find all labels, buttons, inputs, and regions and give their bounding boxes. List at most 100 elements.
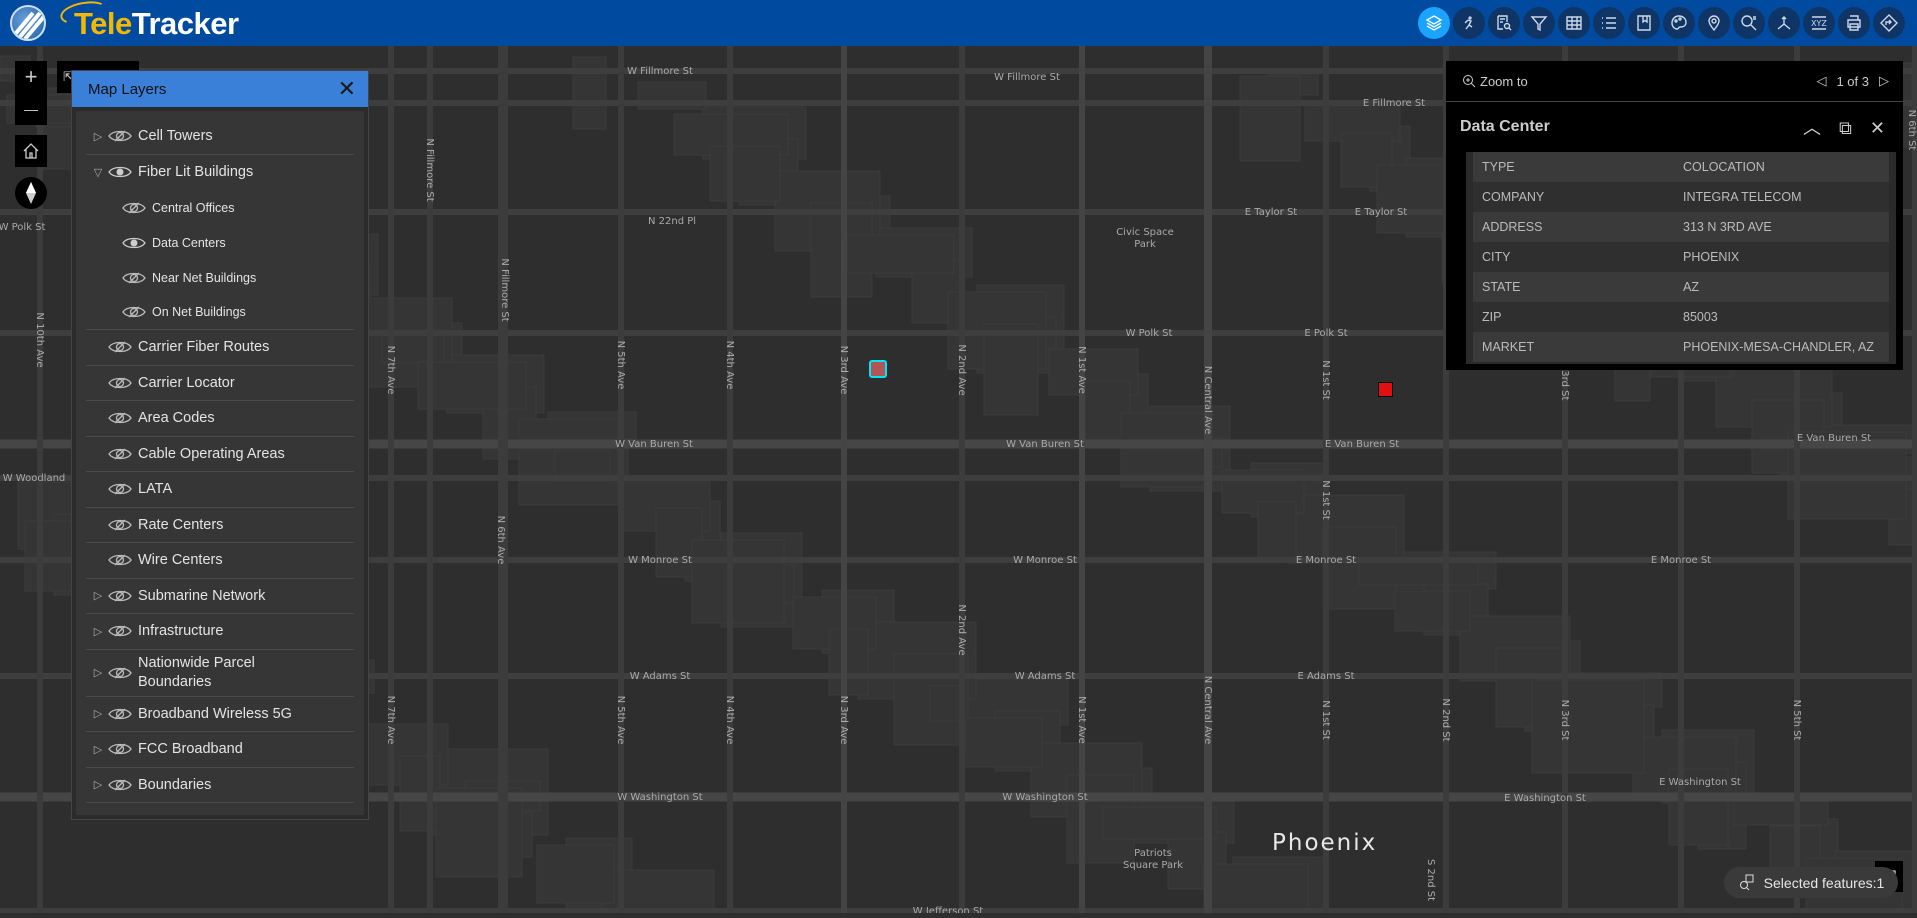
caret-right-icon[interactable]: ▷	[90, 666, 106, 679]
axis-button[interactable]	[1768, 7, 1800, 39]
building-footprint	[417, 361, 527, 410]
bookmark-icon	[1637, 15, 1651, 31]
selected-data-center-marker[interactable]	[869, 360, 887, 378]
search-document-button[interactable]	[1488, 7, 1520, 39]
close-icon[interactable]: ✕	[1870, 118, 1885, 138]
print-icon	[1847, 15, 1861, 31]
zoom-out-button[interactable]: —	[15, 93, 47, 125]
print-button[interactable]	[1838, 7, 1870, 39]
caret-right-icon[interactable]: ▷	[90, 589, 106, 602]
layer-item[interactable]: ▷ Infrastructure	[86, 614, 354, 650]
street-label: E Washington St	[1659, 777, 1741, 788]
street-label: N 6th Ave	[495, 516, 506, 565]
layer-label: Broadband Wireless 5G	[138, 705, 292, 722]
caret-right-icon[interactable]: ▷	[90, 130, 106, 143]
dock-icon[interactable]: ⧉	[1839, 118, 1852, 138]
close-icon[interactable]: ✕	[338, 78, 356, 100]
eye-off-icon[interactable]	[108, 589, 132, 603]
eye-off-icon[interactable]	[108, 553, 132, 567]
eye-off-icon[interactable]	[108, 707, 132, 721]
sublayer-item[interactable]: Central Offices	[86, 190, 354, 225]
selected-features-button[interactable]: Selected features:1	[1724, 867, 1898, 898]
home-button[interactable]	[15, 135, 47, 167]
caret-right-icon[interactable]: ▷	[90, 743, 106, 756]
eye-icon[interactable]	[108, 165, 132, 179]
attribute-name: MARKET	[1482, 340, 1535, 354]
layers-button[interactable]	[1418, 7, 1450, 39]
eye-icon[interactable]	[122, 236, 146, 250]
layer-item[interactable]: Cable Operating Areas	[86, 437, 354, 472]
query-search-button[interactable]	[1733, 7, 1765, 39]
eye-off-icon[interactable]	[108, 447, 132, 461]
layer-label: Cable Operating Areas	[138, 445, 285, 462]
building-footprint	[983, 323, 1039, 416]
caret-right-icon[interactable]: ▷	[90, 707, 106, 720]
list-button[interactable]	[1593, 7, 1625, 39]
eye-off-icon[interactable]	[122, 201, 146, 215]
layer-label: Boundaries	[138, 776, 212, 793]
eye-off-icon[interactable]	[122, 271, 146, 285]
street-label: Patriots	[1134, 848, 1172, 859]
caret-right-icon[interactable]: ▷	[90, 778, 106, 791]
layer-item[interactable]: Carrier Fiber Routes	[86, 330, 354, 366]
layer-item[interactable]: Carrier Locator	[86, 366, 354, 401]
next-feature-button[interactable]: ▷	[1879, 73, 1889, 89]
directions-button[interactable]	[1873, 7, 1905, 39]
layer-item[interactable]: LATA	[86, 472, 354, 508]
previous-feature-button[interactable]: ◁	[1816, 73, 1826, 89]
runner-button[interactable]	[1453, 7, 1485, 39]
layer-item[interactable]: ▷ Broadband Wireless 5G	[86, 697, 354, 732]
logo-icon	[10, 5, 46, 41]
feature-popup: Zoom to ◁ 1 of 3 ▷ Data Center ︿ ⧉ ✕ TYPE C…	[1446, 61, 1903, 370]
layer-item[interactable]: Rate Centers	[86, 508, 354, 543]
zoom-to-button[interactable]: Zoom to	[1462, 74, 1528, 89]
xyz-coordinates-button[interactable]: XYZ	[1803, 7, 1835, 39]
bookmark-button[interactable]	[1628, 7, 1660, 39]
eye-off-icon[interactable]	[108, 742, 132, 756]
street-label: N Fillmore St	[424, 138, 435, 201]
eye-off-icon[interactable]	[108, 624, 132, 638]
caret-down-icon[interactable]: ▽	[90, 166, 106, 179]
layer-item[interactable]: ▷ Boundaries	[86, 768, 354, 803]
eye-off-icon[interactable]	[108, 411, 132, 425]
sublayer-item[interactable]: Data Centers	[86, 225, 354, 260]
layer-item[interactable]: Wire Centers	[86, 543, 354, 579]
palette-button[interactable]	[1663, 7, 1695, 39]
layer-item[interactable]: ▽ Fiber Lit Buildings	[86, 155, 354, 191]
sublayer-item[interactable]: Near Net Buildings	[86, 260, 354, 295]
eye-off-icon[interactable]	[108, 482, 132, 496]
layer-item[interactable]: ▷ FCC Broadband	[86, 732, 354, 768]
eye-off-icon[interactable]	[108, 129, 132, 143]
data-center-marker[interactable]	[1378, 382, 1393, 397]
eye-off-icon[interactable]	[122, 305, 146, 319]
search-document-icon	[1497, 15, 1512, 31]
eye-off-icon[interactable]	[108, 778, 132, 792]
filter-button[interactable]	[1523, 7, 1555, 39]
eye-off-icon[interactable]	[108, 666, 132, 680]
layer-label: Cell Towers	[138, 128, 213, 145]
sublayer-item[interactable]: On Net Buildings	[86, 295, 354, 330]
layer-item[interactable]: ▷ Submarine Network	[86, 579, 354, 614]
location-pin-button[interactable]	[1698, 7, 1730, 39]
selected-features-count: Selected features:1	[1763, 874, 1885, 891]
attribute-name: TYPE	[1482, 160, 1515, 174]
eye-off-icon[interactable]	[108, 340, 132, 354]
attribute-row: ADDRESS 313 N 3RD AVE	[1473, 212, 1889, 242]
eye-off-icon[interactable]	[108, 376, 132, 390]
city-label: Phoenix	[1272, 830, 1378, 856]
collapse-icon[interactable]: ︿	[1803, 118, 1821, 138]
table-button[interactable]	[1558, 7, 1590, 39]
building-footprint	[965, 717, 1043, 768]
street-label: W Washington St	[617, 792, 702, 803]
caret-right-icon[interactable]: ▷	[90, 625, 106, 638]
compass-button[interactable]	[15, 177, 47, 209]
zoom-in-button[interactable]: +	[15, 61, 47, 93]
layer-item[interactable]: Area Codes	[86, 401, 354, 437]
layer-item[interactable]: ▷ Nationwide Parcel Boundaries	[86, 650, 354, 697]
sublayer-label: On Net Buildings	[152, 305, 246, 319]
street-label: N 5th Ave	[615, 696, 626, 745]
layer-item[interactable]: ▷ Cell Towers	[86, 119, 354, 155]
popup-header: Data Center ︿ ⧉ ✕	[1446, 102, 1903, 152]
map-layers-panel: Map Layers ✕ ▷ Cell Towers ▽ Fiber Lit Buil…	[71, 70, 369, 820]
eye-off-icon[interactable]	[108, 518, 132, 532]
